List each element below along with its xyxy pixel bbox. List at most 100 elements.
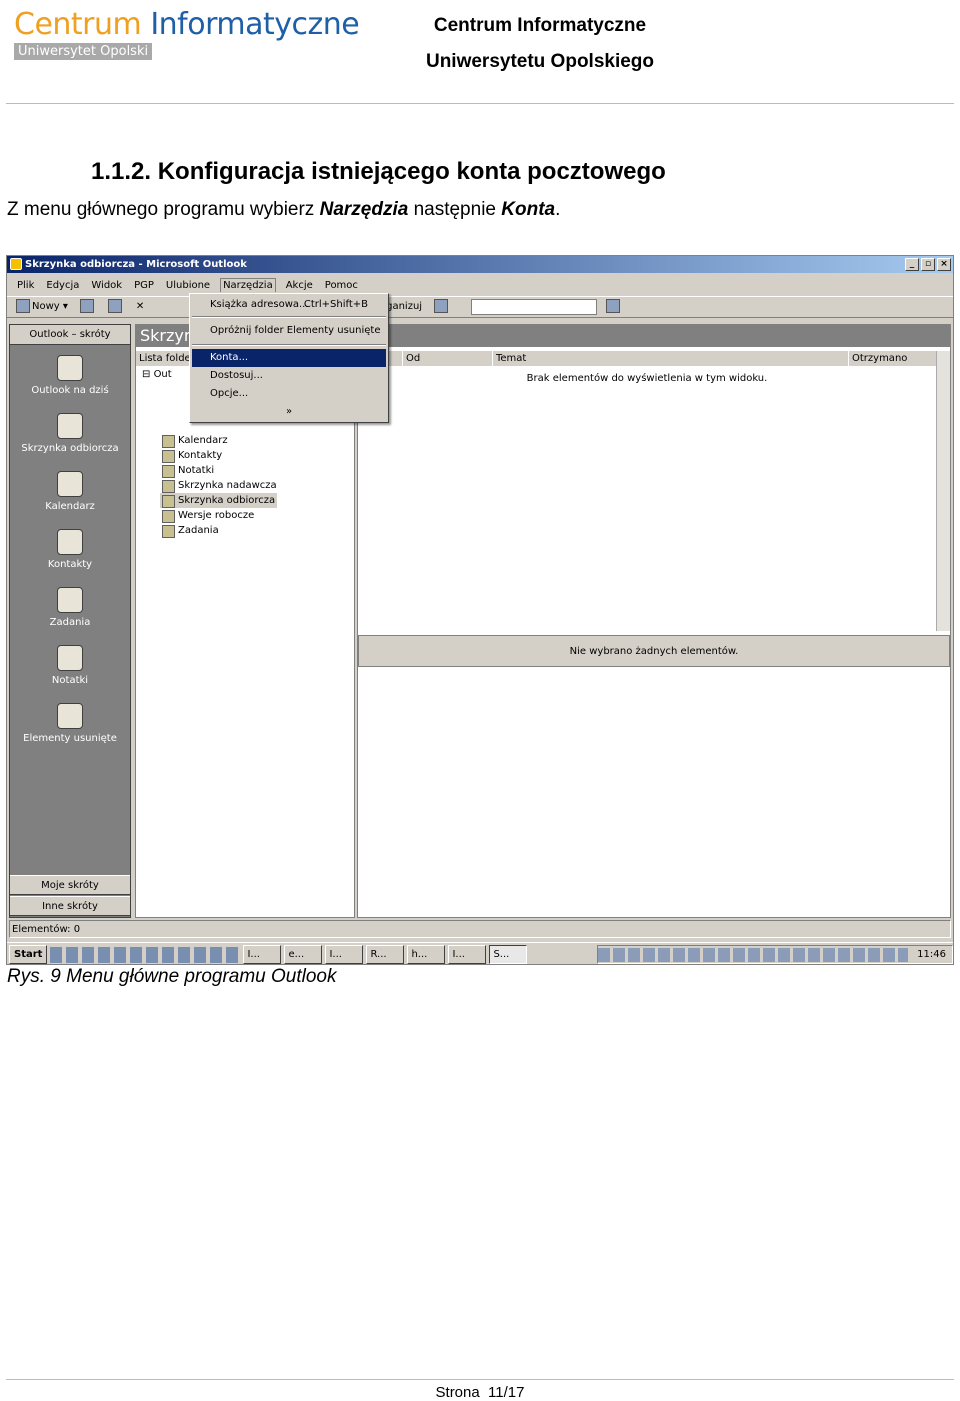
menu-pgp[interactable]: PGP <box>132 279 156 292</box>
outlook-screenshot: Skrzynka odbiorcza - Microsoft Outlook _… <box>6 255 954 965</box>
tree-item-contacts[interactable]: Kontakty <box>160 448 277 463</box>
move-to-folder-icon <box>107 299 122 313</box>
minimize-icon[interactable]: _ <box>905 258 919 271</box>
window-controls: _ ▫ × <box>905 258 951 271</box>
help-icon <box>606 299 621 313</box>
logo-word-centrum: Centrum <box>14 7 142 42</box>
tree-item-calendar[interactable]: Kalendarz <box>160 433 277 448</box>
shortcuts-header[interactable]: Outlook – skróty <box>10 325 130 345</box>
menu-item-customize[interactable]: Dostosuj... <box>192 367 386 385</box>
header-institution: Centrum Informatyczne Uniwersytetu Opols… <box>400 8 680 80</box>
new-button[interactable]: Nowy ▾ <box>13 298 71 316</box>
taskbar-button[interactable]: I... <box>448 945 487 964</box>
shortcut-notes[interactable]: Notatki <box>10 645 130 686</box>
header-line-2: Uniwersytetu Opolskiego <box>425 51 655 72</box>
address-book-shortcut: Ctrl+Shift+B <box>303 299 368 310</box>
page-number: Strona 11/17 <box>435 1384 525 1401</box>
header-line-1: Centrum Informatyczne <box>433 15 647 36</box>
intro-text-2: następnie <box>408 199 502 220</box>
quick-launch-icons[interactable] <box>50 946 241 963</box>
tree-item-inbox[interactable]: Skrzynka odbiorcza <box>160 493 277 508</box>
restore-icon[interactable]: ▫ <box>921 258 935 271</box>
menu-ulubione[interactable]: Ulubione <box>164 279 212 292</box>
tree-item-notes[interactable]: Notatki <box>160 463 277 478</box>
header-divider <box>6 103 954 104</box>
tree-root-label: Out <box>153 369 172 380</box>
intro-term-narzedzia: Narzędzia <box>319 199 409 220</box>
window-title: Skrzynka odbiorcza - Microsoft Outlook <box>25 259 247 270</box>
message-banner <box>358 325 950 347</box>
shortcut-contacts[interactable]: Kontakty <box>10 529 130 570</box>
tray-clock[interactable]: 11:46 <box>917 949 946 960</box>
address-book-icon <box>434 299 449 313</box>
shortcut-tasks[interactable]: Zadania <box>10 587 130 628</box>
shortcut-label: Kalendarz <box>45 501 95 512</box>
logo-subtitle: Uniwersytet Opolski <box>14 43 153 60</box>
taskbar-button[interactable]: e... <box>284 945 323 964</box>
taskbar-button-active[interactable]: S... <box>489 945 528 964</box>
menu-item-address-book[interactable]: Książka adresowa... Ctrl+Shift+B <box>192 296 386 314</box>
menu-bar: Plik Edycja Widok PGP Ulubione Narzędzia… <box>7 275 953 295</box>
column-from[interactable]: Od <box>402 351 482 366</box>
menu-item-accounts[interactable]: Konta... <box>192 349 386 367</box>
logo-title: Centrum Informatyczne <box>14 7 360 42</box>
status-bar: Elementów: 0 <box>9 920 951 938</box>
taskbar-button[interactable]: R... <box>366 945 405 964</box>
notes-icon <box>57 645 83 671</box>
shortcut-label: Notatki <box>51 675 89 686</box>
shortcut-inbox[interactable]: Skrzynka odbiorcza <box>10 413 130 454</box>
taskbar-button[interactable]: I... <box>325 945 364 964</box>
standard-toolbar: Nowy ▾ ✕ Organizuj <box>7 296 953 318</box>
shortcut-label: Skrzynka odbiorcza <box>21 443 119 454</box>
menu-plik[interactable]: Plik <box>15 279 36 292</box>
print-icon <box>79 299 94 313</box>
calendar-icon <box>57 471 83 497</box>
help-button[interactable] <box>603 298 625 316</box>
outlook-today-icon <box>57 355 83 381</box>
tree-root[interactable]: ⊟ Out <box>142 369 172 380</box>
address-book-button[interactable] <box>431 298 453 316</box>
menu-item-options[interactable]: Opcje... <box>192 385 386 403</box>
menu-widok[interactable]: Widok <box>89 279 124 292</box>
system-tray: 11:46 <box>597 945 953 964</box>
window-titlebar: Skrzynka odbiorcza - Microsoft Outlook _… <box>7 256 953 273</box>
message-list-scrollbar[interactable] <box>936 351 950 631</box>
taskbar-button[interactable]: h... <box>407 945 446 964</box>
print-button[interactable] <box>77 298 99 316</box>
column-subject[interactable]: Temat <box>492 351 848 366</box>
tree-item-drafts[interactable]: Wersje robocze <box>160 508 277 523</box>
my-shortcuts-button[interactable]: Moje skróty <box>10 875 130 895</box>
intro-term-konta: Konta <box>501 199 556 220</box>
shortcut-outlook-today[interactable]: Outlook na dziś <box>10 355 130 396</box>
close-icon[interactable]: × <box>937 258 951 271</box>
section-title: 1.1.2. Konfiguracja istniejącego konta p… <box>91 158 666 185</box>
column-headers: Od Temat Otrzymano <box>358 351 936 366</box>
tree-item-outbox[interactable]: Skrzynka nadawcza <box>160 478 277 493</box>
recycle-icon <box>57 703 83 729</box>
delete-button[interactable]: ✕ <box>133 298 147 316</box>
other-shortcuts-button[interactable]: Inne skróty <box>10 896 130 916</box>
intro-text-1: Z menu głównego programu wybierz <box>7 199 320 220</box>
menu-pomoc[interactable]: Pomoc <box>323 279 360 292</box>
shortcut-label: Kontakty <box>47 559 93 570</box>
menu-edycja[interactable]: Edycja <box>44 279 81 292</box>
footer-divider <box>6 1379 954 1380</box>
shortcut-deleted-items[interactable]: Elementy usunięte <box>10 703 130 744</box>
tree-item-tasks[interactable]: Zadania <box>160 523 277 538</box>
empty-view-message: Brak elementów do wyświetlenia w tym wid… <box>526 373 768 384</box>
shortcut-label: Elementy usunięte <box>23 733 117 744</box>
column-received[interactable]: Otrzymano <box>848 351 938 366</box>
move-button[interactable] <box>105 298 127 316</box>
find-contact-combo[interactable] <box>471 299 598 315</box>
address-book-label: Książka adresowa... <box>210 299 309 310</box>
menu-item-empty-deleted[interactable]: Opróżnij folder Elementy usunięte <box>192 322 386 340</box>
taskbar-button[interactable]: I... <box>243 945 282 964</box>
shortcut-calendar[interactable]: Kalendarz <box>10 471 130 512</box>
outlook-shortcuts-bar: Outlook – skróty Outlook na dziś Skrzynk… <box>9 324 131 918</box>
menu-akcje[interactable]: Akcje <box>284 279 315 292</box>
logo: Centrum Informatyczne Uniwersytet Opolsk… <box>14 7 360 64</box>
expand-menu-chevron-icon[interactable]: » <box>190 406 388 417</box>
windows-taskbar: Start I... e... I... R... h... I... S...… <box>7 942 953 964</box>
menu-narzedzia[interactable]: Narzędzia <box>220 278 276 292</box>
start-button[interactable]: Start <box>9 945 48 964</box>
